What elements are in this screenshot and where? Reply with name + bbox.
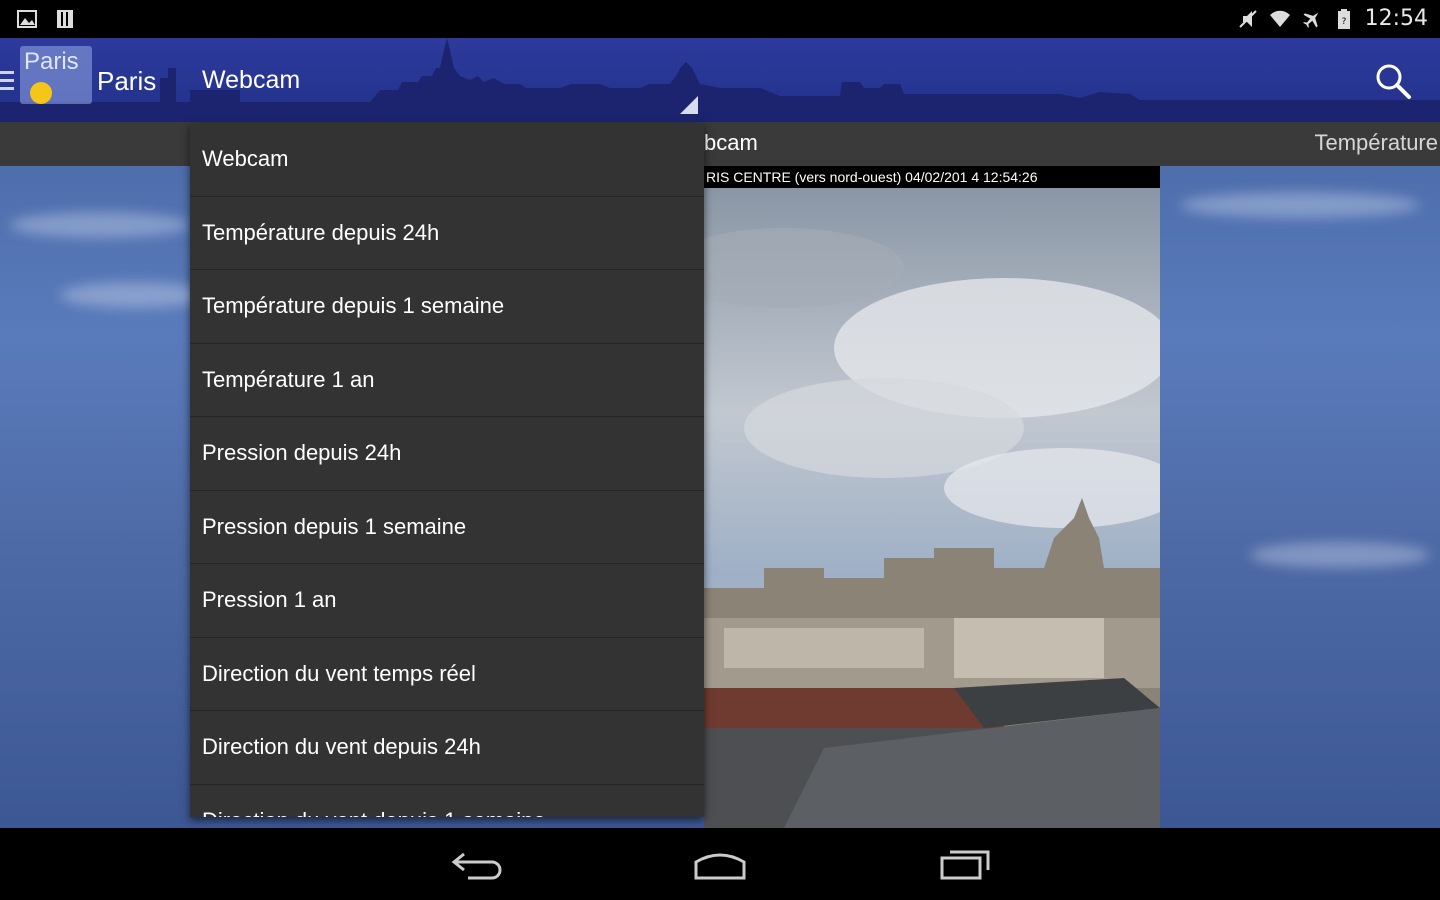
webcam-view: RIS CENTRE (vers nord-ouest) 04/02/201 4… [704,166,1160,828]
webcam-caption: RIS CENTRE (vers nord-ouest) 04/02/201 4… [704,166,1160,188]
spinner-arrow-icon[interactable] [680,96,698,114]
sun-icon [30,82,52,104]
navigation-bar [0,828,1440,900]
dropdown-item[interactable]: Température depuis 24h [190,197,704,270]
dropdown-item[interactable]: Pression 1 an [190,564,704,638]
tab-webcam[interactable]: bcam [704,130,758,156]
svg-text:?: ? [1341,17,1346,27]
mute-icon [1238,9,1257,28]
cloud-decoration [1180,192,1420,218]
webcam-image [704,188,1160,828]
clock: 12:54 [1364,6,1428,31]
dropdown-item[interactable]: Direction du vent depuis 24h [190,711,704,785]
app-logo-label: Paris [24,48,79,75]
battery-icon: ? [1337,8,1350,29]
dropdown-item[interactable]: Température 1 an [190,344,704,417]
app-logo[interactable]: Paris [20,46,92,104]
home-icon[interactable] [690,846,750,882]
dropdown-item[interactable]: Direction du vent temps réel [190,638,704,711]
image-icon [17,10,37,28]
app-title: Paris [97,66,157,96]
cloud-decoration [60,282,210,308]
dropdown-item[interactable]: Pression depuis 1 semaine [190,491,704,564]
drawer-indicator-icon[interactable] [0,71,14,95]
back-icon[interactable] [448,846,508,882]
dropdown-item[interactable]: Webcam [190,123,704,197]
cloud-decoration [10,212,190,238]
airplane-icon [1302,12,1318,28]
cloud-decoration [1250,542,1430,568]
dropdown-item[interactable]: Température depuis 1 semaine [190,270,704,344]
dropdown-item[interactable]: Pression depuis 24h [190,417,704,491]
status-bar: ? 12:54 [0,0,1440,38]
action-bar: Paris Paris Webcam [0,38,1440,122]
search-icon[interactable] [1372,60,1414,102]
view-spinner[interactable]: Webcam [202,66,300,95]
tab-temperature[interactable]: Température [1314,130,1438,156]
recents-icon[interactable] [934,846,994,882]
battery-card-icon [57,10,73,28]
view-dropdown: Webcam Température depuis 24h Températur… [190,123,704,817]
wifi-icon [1269,10,1290,27]
dropdown-item[interactable]: Direction du vent depuis 1 semaine [190,785,704,817]
